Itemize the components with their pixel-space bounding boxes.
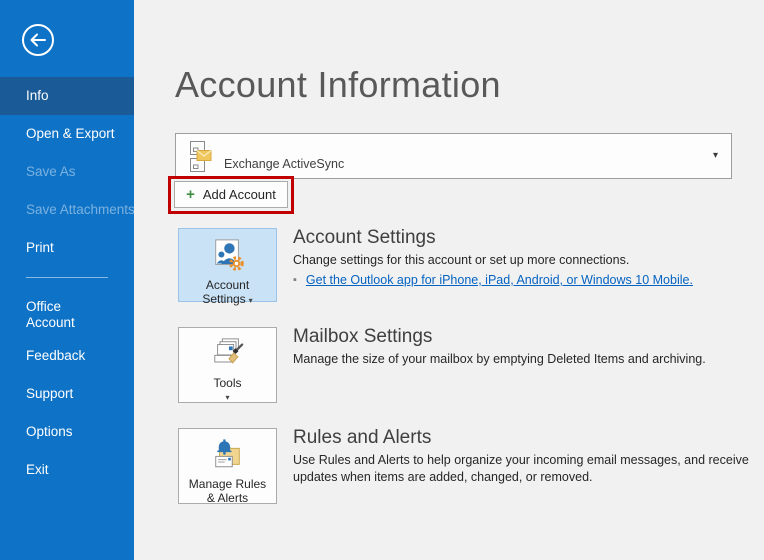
back-arrow-icon	[21, 45, 55, 60]
account-settings-button-label: Account Settings▾	[186, 278, 270, 308]
dropdown-caret-icon: ▾	[186, 391, 270, 405]
sidebar-item-feedback[interactable]: Feedback	[0, 337, 134, 375]
cleanup-tools-icon	[210, 337, 246, 373]
account-selector-value: Exchange ActiveSync	[224, 157, 344, 171]
rules-alerts-icon	[210, 438, 246, 474]
backstage-main: Account Information Exchange ActiveSync …	[134, 0, 764, 560]
add-account-button[interactable]: + Add Account	[174, 181, 288, 208]
account-settings-icon	[211, 238, 245, 275]
manage-rules-alerts-button-label: Manage Rules & Alerts	[186, 477, 270, 505]
section-heading: Account Settings	[293, 226, 749, 249]
section-heading: Mailbox Settings	[293, 325, 749, 348]
mailbox-settings-text: Mailbox Settings Manage the size of your…	[293, 325, 749, 368]
sidebar-item-save-as: Save As	[0, 153, 134, 191]
outlook-app-link-row: ▪ Get the Outlook app for iPhone, iPad, …	[293, 273, 749, 287]
outlook-backstage-window: Info Open & Export Save As Save Attachme…	[0, 0, 764, 560]
back-button[interactable]	[21, 23, 55, 57]
manage-rules-alerts-button[interactable]: Manage Rules & Alerts	[178, 428, 277, 504]
tools-button[interactable]: Tools▾	[178, 327, 277, 403]
plus-icon: +	[186, 187, 195, 202]
sidebar-menu: Info Open & Export Save As Save Attachme…	[0, 77, 134, 489]
dropdown-caret-icon: ▾	[249, 296, 253, 305]
account-settings-button[interactable]: Account Settings▾	[178, 228, 277, 302]
sidebar-item-open-export[interactable]: Open & Export	[0, 115, 134, 153]
sidebar-item-save-attachments: Save Attachments	[0, 191, 134, 229]
rules-alerts-text: Rules and Alerts Use Rules and Alerts to…	[293, 426, 749, 486]
backstage-sidebar: Info Open & Export Save As Save Attachme…	[0, 0, 134, 560]
exchange-account-icon	[187, 140, 214, 179]
sidebar-item-support[interactable]: Support	[0, 375, 134, 413]
sidebar-item-print[interactable]: Print	[0, 229, 134, 267]
account-settings-text: Account Settings Change settings for thi…	[293, 226, 749, 287]
section-description: Use Rules and Alerts to help organize yo…	[293, 452, 749, 486]
sidebar-item-options[interactable]: Options	[0, 413, 134, 451]
bullet-icon: ▪	[293, 275, 297, 286]
sidebar-item-exit[interactable]: Exit	[0, 451, 134, 489]
sidebar-item-office-account[interactable]: Office Account	[0, 291, 110, 337]
section-description: Change settings for this account or set …	[293, 252, 749, 269]
section-heading: Rules and Alerts	[293, 426, 749, 449]
add-account-label: Add Account	[203, 187, 276, 202]
section-description: Manage the size of your mailbox by empty…	[293, 351, 749, 368]
page-title: Account Information	[175, 64, 501, 106]
outlook-app-link[interactable]: Get the Outlook app for iPhone, iPad, An…	[306, 273, 693, 287]
tools-button-label: Tools▾	[186, 376, 270, 405]
dropdown-caret-icon: ▾	[713, 150, 718, 161]
sidebar-divider	[26, 277, 108, 278]
account-selector-dropdown[interactable]: Exchange ActiveSync ▾	[175, 133, 732, 179]
sidebar-item-info[interactable]: Info	[0, 77, 134, 115]
